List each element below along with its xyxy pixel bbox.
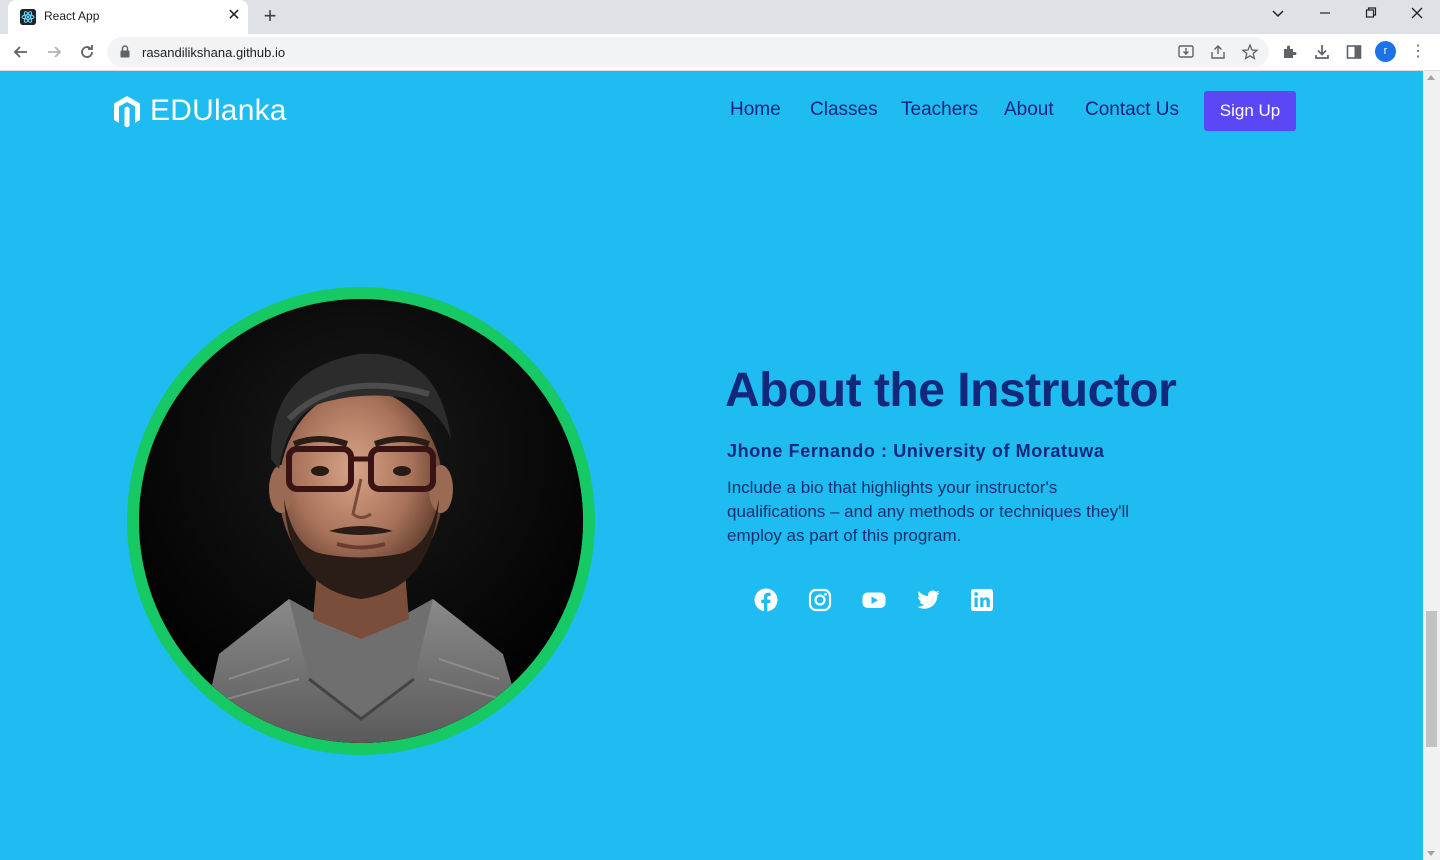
- logo-icon: [112, 94, 142, 128]
- scroll-up-arrow-icon[interactable]: [1427, 75, 1435, 80]
- nav-about[interactable]: About: [1004, 99, 1054, 121]
- nav-classes[interactable]: Classes: [810, 99, 878, 121]
- site-logo[interactable]: EDUlanka: [112, 93, 287, 129]
- lock-icon: [120, 45, 130, 58]
- bookmark-star-icon[interactable]: [1241, 43, 1259, 61]
- profile-avatar[interactable]: r: [1375, 41, 1396, 62]
- sign-up-button[interactable]: Sign Up: [1204, 91, 1296, 131]
- twitter-icon[interactable]: [916, 588, 940, 612]
- instructor-photo: [139, 299, 583, 743]
- close-tab-icon[interactable]: ✕: [224, 6, 244, 26]
- page-scrollbar[interactable]: [1423, 71, 1440, 860]
- browser-toolbar: rasandilikshana.github.io r ⋮: [0, 34, 1440, 71]
- extensions-icon[interactable]: [1281, 43, 1299, 61]
- url-text: rasandilikshana.github.io: [142, 45, 286, 60]
- instructor-photo-frame: [127, 287, 595, 755]
- page-content: EDUlanka Home Classes Teachers About Con…: [0, 71, 1423, 860]
- reload-icon[interactable]: [76, 41, 98, 63]
- more-menu-icon[interactable]: ⋮: [1410, 42, 1426, 62]
- side-panel-icon[interactable]: [1345, 43, 1363, 61]
- address-bar[interactable]: rasandilikshana.github.io: [107, 37, 1269, 67]
- instructor-bio: Include a bio that highlights your instr…: [727, 478, 1130, 545]
- facebook-icon[interactable]: [754, 588, 778, 612]
- browser-tab-bar: React App ✕ +: [0, 0, 1440, 34]
- nav-contact-us[interactable]: Contact Us: [1085, 99, 1179, 121]
- linkedin-icon[interactable]: [970, 588, 994, 612]
- react-favicon-icon: [20, 9, 36, 25]
- forward-icon[interactable]: [43, 41, 65, 63]
- youtube-icon[interactable]: [862, 588, 886, 612]
- install-app-icon[interactable]: [1177, 43, 1195, 61]
- share-icon[interactable]: [1209, 43, 1227, 61]
- close-window-icon[interactable]: [1405, 6, 1429, 26]
- scroll-thumb[interactable]: [1426, 611, 1437, 747]
- back-icon[interactable]: [10, 41, 32, 63]
- downloads-icon[interactable]: [1313, 43, 1331, 61]
- restore-icon[interactable]: [1359, 6, 1383, 26]
- instagram-icon[interactable]: [808, 588, 832, 612]
- new-tab-icon[interactable]: +: [258, 5, 282, 29]
- nav-teachers[interactable]: Teachers: [901, 99, 978, 121]
- nav-home[interactable]: Home: [730, 99, 781, 121]
- tab-title: React App: [44, 9, 100, 23]
- browser-tab[interactable]: React App ✕: [8, 0, 248, 34]
- instructor-name: Jhone Fernando : University of Moratuwa: [727, 441, 1105, 461]
- scroll-down-arrow-icon[interactable]: [1427, 851, 1435, 856]
- logo-text: EDUlanka: [150, 94, 287, 127]
- tab-search-icon[interactable]: [1266, 6, 1290, 26]
- minimize-icon[interactable]: [1313, 6, 1337, 26]
- about-heading: About the Instructor: [725, 364, 1177, 417]
